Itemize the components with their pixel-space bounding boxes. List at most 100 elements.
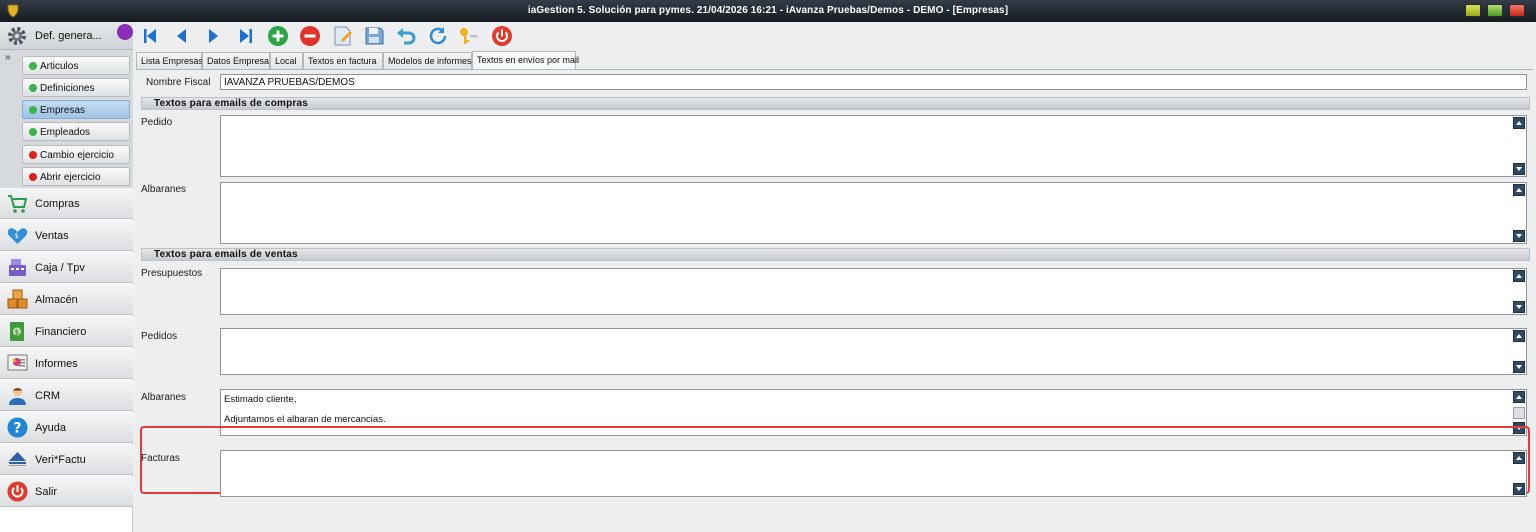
compras-pedido-label: Pedido [141,117,173,128]
toolbar [117,22,1536,50]
first-record-icon[interactable] [139,25,161,47]
scroll-down-arrow-icon[interactable] [1513,301,1525,313]
ventas-presupuestos-textarea[interactable] [220,268,1527,315]
sidebar-item-abrir-ejercicio[interactable]: Abrir ejercicio [22,167,130,186]
edit-icon[interactable] [332,25,354,47]
sidebar-item-empresas[interactable]: Empresas [22,100,130,119]
scrollbar[interactable] [1513,391,1525,434]
module-label: Veri*Factu [35,454,86,466]
next-record-icon[interactable] [202,25,224,47]
ventas-albaranes-textarea[interactable]: Estimado cliente, Adjuntamos el albaran … [220,389,1527,436]
sidebar-item-definiciones[interactable]: Definiciones [22,78,130,97]
warehouse-boxes-icon [7,289,28,309]
gear-icon [8,27,26,45]
module-crm[interactable]: CRM [0,380,133,411]
previous-record-icon[interactable] [171,25,193,47]
module-label: Financiero [35,326,87,338]
scroll-down-arrow-icon[interactable] [1513,361,1525,373]
verifactu-logo-icon [9,452,26,466]
compras-pedido-textarea[interactable] [220,115,1527,177]
module-label: Compras [35,198,80,210]
status-dot-red-icon [29,173,37,181]
svg-text:$: $ [15,232,19,240]
scroll-down-arrow-icon[interactable] [1513,163,1525,175]
section-emails-ventas: Textos para emails de ventas [141,248,1530,261]
ventas-presupuestos-label: Presupuestos [141,268,203,279]
sidebar-item-cambio-ejercicio[interactable]: Cambio ejercicio [22,145,130,164]
tab-local[interactable]: Local [270,52,303,69]
scroll-up-arrow-icon[interactable] [1513,117,1525,129]
module-label: Informes [35,358,78,370]
sidebar-header-label: Def. genera... [35,30,102,42]
scrollbar[interactable] [1513,270,1525,313]
module-salir[interactable]: Salir [0,476,133,507]
scroll-down-arrow-icon[interactable] [1513,422,1525,434]
maximize-button[interactable] [1487,4,1503,17]
scroll-up-arrow-icon[interactable] [1513,270,1525,282]
sidebar-subpanel: » Articulos Definiciones Empresas Emplea… [0,50,133,209]
module-label: Salir [35,486,58,498]
scrollbar[interactable] [1513,452,1525,495]
last-record-icon[interactable] [235,25,257,47]
scrollbar[interactable] [1513,184,1525,242]
ventas-facturas-textarea[interactable] [220,450,1527,497]
sidebar-item-articulos[interactable]: Articulos [22,56,130,75]
module-ayuda[interactable]: ? Ayuda [0,412,133,443]
exit-icon[interactable] [491,25,513,47]
save-icon[interactable] [363,25,385,47]
module-almacen[interactable]: Almacén [0,284,133,315]
scroll-down-arrow-icon[interactable] [1513,483,1525,495]
module-label: Almacén [35,294,78,306]
module-verifactu[interactable]: Veri*Factu [0,444,133,475]
nombre-fiscal-field[interactable]: IAVANZA PRUEBAS/DEMOS [220,74,1527,90]
module-caja-tpv[interactable]: Caja / Tpv [0,252,133,283]
minimize-button[interactable] [1465,4,1481,17]
help-icon: ? [7,417,28,438]
nombre-fiscal-label: Nombre Fiscal [146,77,211,88]
module-label: Ayuda [35,422,66,434]
svg-text:$: $ [15,328,19,336]
scrollbar[interactable] [1513,330,1525,373]
module-label: CRM [35,390,61,402]
tab-textos-envios-mail[interactable]: Textos en envíos por mail [472,51,579,69]
sidebar-item-label: Definiciones [40,83,95,94]
cash-register-icon [9,259,26,276]
scroll-up-arrow-icon[interactable] [1513,452,1525,464]
keys-icon[interactable] [458,25,480,47]
delete-icon[interactable] [299,25,321,47]
module-compras[interactable]: Compras [0,188,133,219]
module-ventas[interactable]: $ Ventas [0,220,133,251]
money-icon: $ [10,322,24,341]
refresh-icon[interactable] [427,25,449,47]
scroll-up-arrow-icon[interactable] [1513,391,1525,403]
scrollbar[interactable] [1513,117,1525,175]
scroll-up-arrow-icon[interactable] [1513,184,1525,196]
tab-panel-textos-envios-mail: Nombre Fiscal IAVANZA PRUEBAS/DEMOS Text… [136,69,1533,532]
close-window-button[interactable] [1509,4,1525,17]
ventas-facturas-label: Facturas [141,453,180,464]
sidebar: Def. genera... » Articulos Definiciones … [0,22,133,532]
ventas-pedidos-textarea[interactable] [220,328,1527,375]
section-emails-compras: Textos para emails de compras [141,97,1530,110]
add-icon[interactable] [267,25,289,47]
module-informes[interactable]: Informes [0,348,133,379]
module-financiero[interactable]: $ Financiero [0,316,133,347]
tab-textos-en-factura[interactable]: Textos en factura [303,52,383,69]
sidebar-item-label: Cambio ejercicio [40,150,114,161]
status-dot-red-icon [29,151,37,159]
back-icon[interactable] [117,24,133,40]
textarea-line: Estimado cliente, [224,394,297,405]
compras-albaranes-textarea[interactable] [220,182,1527,244]
scroll-up-arrow-icon[interactable] [1513,330,1525,342]
sidebar-header-def-generales[interactable]: Def. genera... [0,22,133,50]
tab-modelos-de-informes[interactable]: Modelos de informes [383,52,472,69]
collapse-chevron-icon[interactable]: » [5,53,11,63]
tab-lista-empresas[interactable]: Lista Empresas [136,52,203,69]
scroll-thumb[interactable] [1513,407,1525,419]
ventas-pedidos-label: Pedidos [141,331,178,342]
undo-icon[interactable] [395,25,417,47]
sidebar-item-empleados[interactable]: Empleados [22,122,130,141]
scroll-down-arrow-icon[interactable] [1513,230,1525,242]
module-label: Caja / Tpv [35,262,85,274]
tab-datos-empresa[interactable]: Datos Empresa [202,52,270,69]
